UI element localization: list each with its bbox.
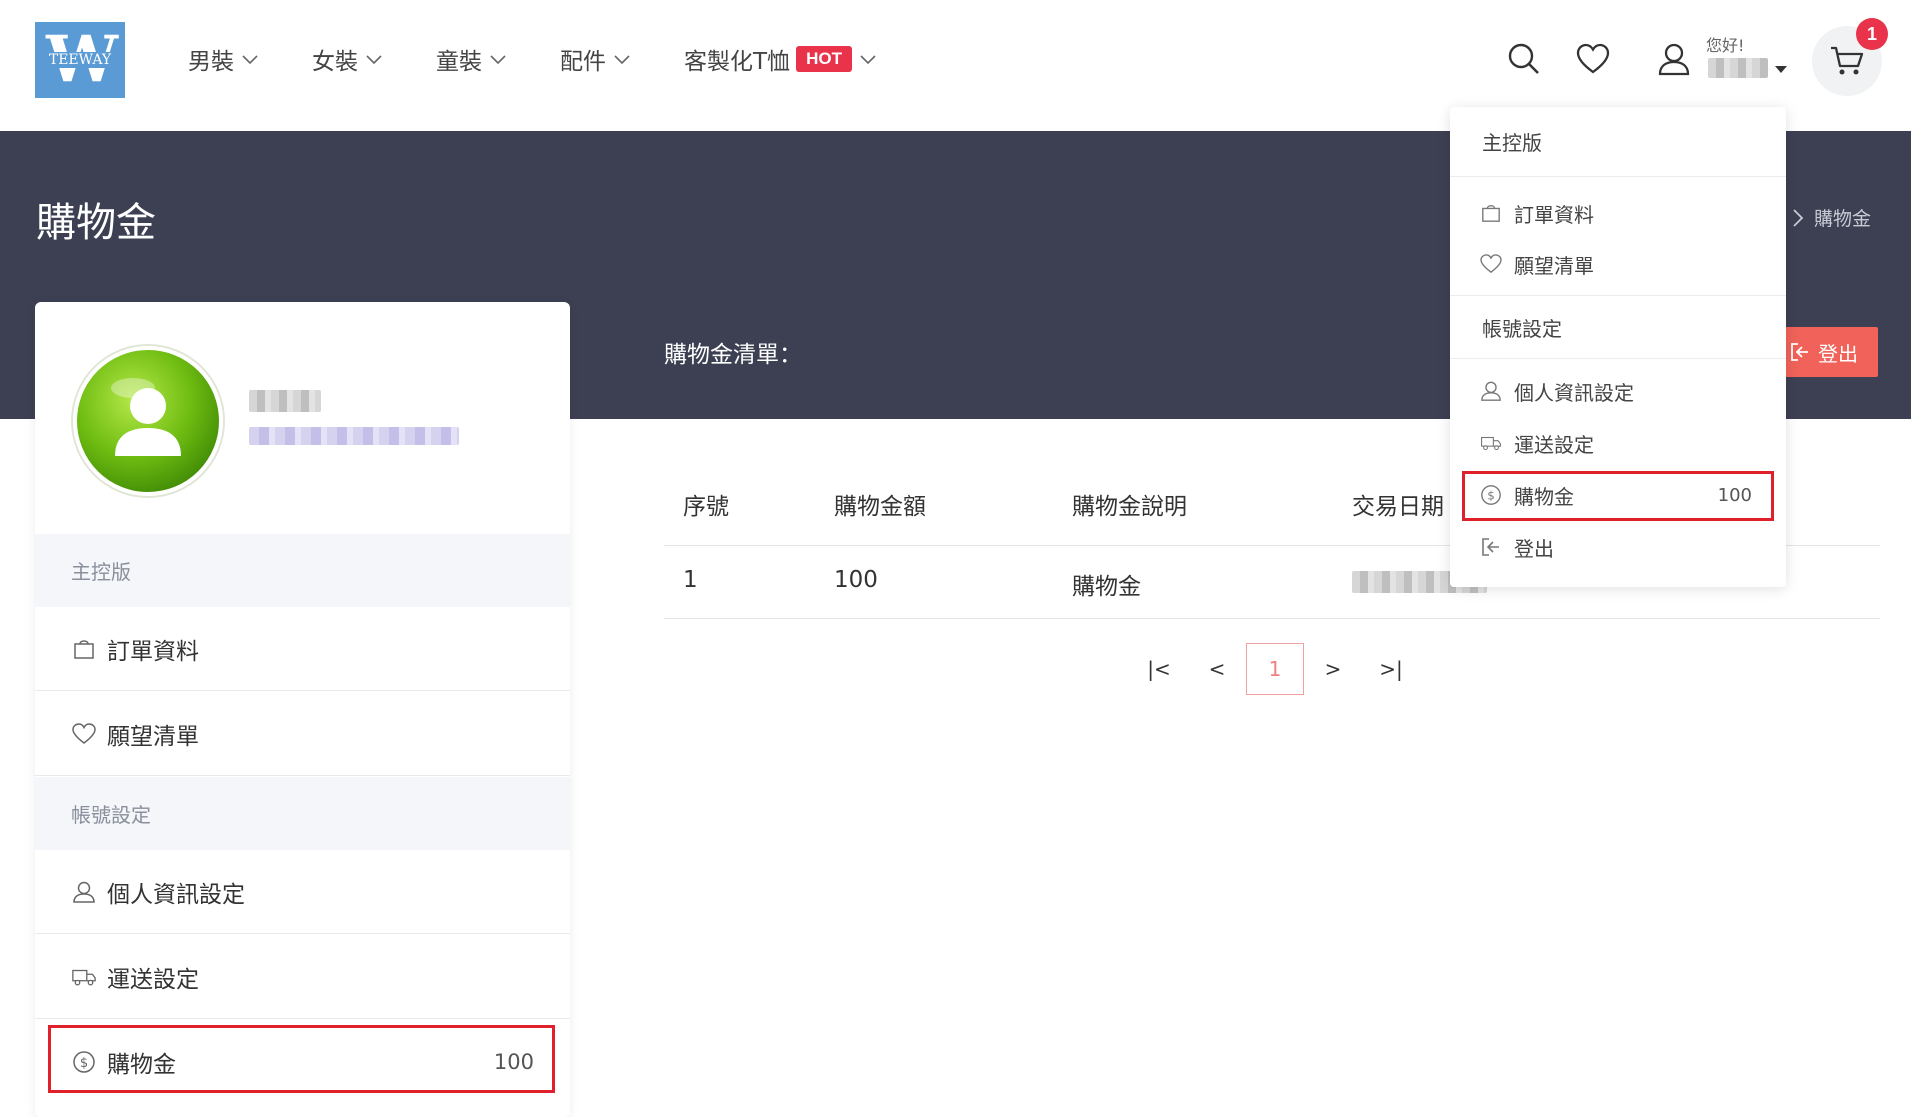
nav-kids-label: 童裝 (436, 49, 482, 75)
logout-button[interactable]: 登出 (1770, 327, 1878, 377)
nav-kids[interactable]: 童裝 (436, 40, 508, 78)
dropdown-logout-label: 登出 (1514, 536, 1554, 561)
chevron-down-icon (860, 55, 876, 65)
user-silhouette-icon (111, 378, 181, 456)
user-name-blurred (249, 390, 321, 412)
dropdown-wishlist[interactable]: 願望清單 (1450, 238, 1786, 290)
user-email-blurred (249, 427, 459, 445)
cell-desc: 購物金 (1072, 574, 1141, 600)
cell-no: 1 (683, 567, 698, 593)
cart-icon (1831, 46, 1864, 75)
dropdown-orders-label: 訂單資料 (1514, 202, 1594, 227)
nav-custom-label: 客製化T恤 (684, 49, 791, 75)
nav-accessories-label: 配件 (560, 49, 606, 75)
chevron-down-icon (490, 55, 506, 65)
main-nav: 男裝 女裝 童裝 配件 客製化T恤 HOT (188, 40, 930, 78)
dropdown-wishlist-label: 願望清單 (1514, 253, 1594, 278)
dropdown-dashboard[interactable]: 主控版 (1450, 107, 1786, 177)
pager-last-button[interactable]: >| (1362, 643, 1420, 695)
col-header-no: 序號 (683, 494, 729, 520)
logout-icon (1480, 536, 1502, 558)
dropdown-account-section[interactable]: 帳號設定 (1450, 295, 1786, 359)
logout-label: 登出 (1818, 341, 1858, 366)
section-account-label: 帳號設定 (71, 803, 151, 827)
dropdown-shipping[interactable]: 運送設定 (1450, 417, 1786, 469)
chevron-down-icon (614, 55, 630, 65)
credit-list-title: 購物金清單： (664, 342, 802, 368)
dropdown-orders[interactable]: 訂單資料 (1450, 187, 1786, 239)
dropdown-profile[interactable]: 個人資訊設定 (1450, 365, 1786, 417)
breadcrumb: 購物金 (1792, 204, 1871, 231)
col-header-date: 交易日期 (1352, 494, 1444, 520)
logout-icon (1791, 343, 1808, 361)
col-header-desc: 購物金說明 (1072, 494, 1187, 520)
user-name-blurred (1708, 58, 1768, 78)
search-button[interactable] (1504, 39, 1544, 79)
pager-next-button[interactable]: > (1304, 643, 1362, 695)
heart-icon (71, 721, 97, 747)
page-title: 購物金 (36, 200, 156, 246)
nav-accessories[interactable]: 配件 (560, 40, 632, 78)
cart-count-badge: 1 (1856, 18, 1888, 50)
shopping-bag-icon (1480, 202, 1502, 224)
pager-first-button[interactable]: |< (1130, 643, 1188, 695)
wishlist-button[interactable] (1573, 39, 1613, 79)
sidebar-item-profile[interactable]: 個人資訊設定 (35, 850, 570, 934)
pagination: |< < 1 > >| (1130, 643, 1420, 695)
dropdown-dashboard-label: 主控版 (1482, 131, 1542, 155)
breadcrumb-current: 購物金 (1814, 208, 1872, 230)
account-sidebar: 主控版 訂單資料 願望清單 帳號設定 個人資訊設定 運送設定 $ 購物金 100 (35, 302, 570, 1117)
heart-icon (1480, 253, 1502, 275)
chevron-down-icon (242, 55, 258, 65)
user-icon (1658, 43, 1690, 76)
account-button[interactable] (1654, 39, 1694, 79)
dropdown-profile-label: 個人資訊設定 (1514, 380, 1634, 405)
search-icon (1508, 43, 1539, 74)
sidebar-orders-label: 訂單資料 (107, 638, 199, 665)
sidebar-item-shipping[interactable]: 運送設定 (35, 935, 570, 1019)
nav-men-label: 男裝 (188, 49, 234, 75)
user-icon (71, 879, 97, 905)
avatar (73, 346, 223, 496)
sidebar-item-orders[interactable]: 訂單資料 (35, 607, 570, 691)
greeting-text: 您好! (1706, 36, 1745, 55)
nav-men[interactable]: 男裝 (188, 40, 260, 78)
sidebar-credit-highlight (48, 1025, 555, 1093)
dropdown-logout[interactable]: 登出 (1450, 521, 1786, 573)
teeway-logo[interactable]: W TEEWAY (35, 22, 125, 98)
sidebar-section-account[interactable]: 帳號設定 (35, 777, 570, 850)
hot-badge: HOT (796, 46, 852, 72)
dropdown-shipping-label: 運送設定 (1514, 432, 1594, 457)
sidebar-shipping-label: 運送設定 (107, 966, 199, 993)
shopping-bag-icon (71, 636, 97, 662)
sidebar-item-wishlist[interactable]: 願望清單 (35, 692, 570, 776)
heart-icon (1576, 43, 1610, 74)
nav-women[interactable]: 女裝 (312, 40, 384, 78)
nav-women-label: 女裝 (312, 49, 358, 75)
caret-down-icon[interactable] (1775, 66, 1787, 73)
sidebar-section-dashboard[interactable]: 主控版 (35, 534, 570, 607)
nav-custom-tshirt[interactable]: 客製化T恤 HOT (684, 40, 878, 78)
table-row-divider (664, 618, 1880, 619)
truck-icon (71, 964, 97, 990)
col-header-amount: 購物金額 (834, 494, 926, 520)
sidebar-profile-label: 個人資訊設定 (107, 881, 245, 908)
pager-current-page[interactable]: 1 (1246, 643, 1304, 695)
dropdown-credit-highlight (1462, 471, 1774, 521)
dropdown-account-label: 帳號設定 (1482, 316, 1562, 341)
sidebar-wishlist-label: 願望清單 (107, 723, 199, 750)
logo-brand: TEEWAY (46, 52, 114, 68)
pager-prev-button[interactable]: < (1188, 643, 1246, 695)
chevron-down-icon (366, 55, 382, 65)
truck-icon (1480, 432, 1502, 454)
chevron-right-icon (1793, 208, 1804, 227)
cell-amount: 100 (834, 567, 878, 593)
section-dashboard-label: 主控版 (71, 560, 131, 584)
user-icon (1480, 380, 1502, 402)
